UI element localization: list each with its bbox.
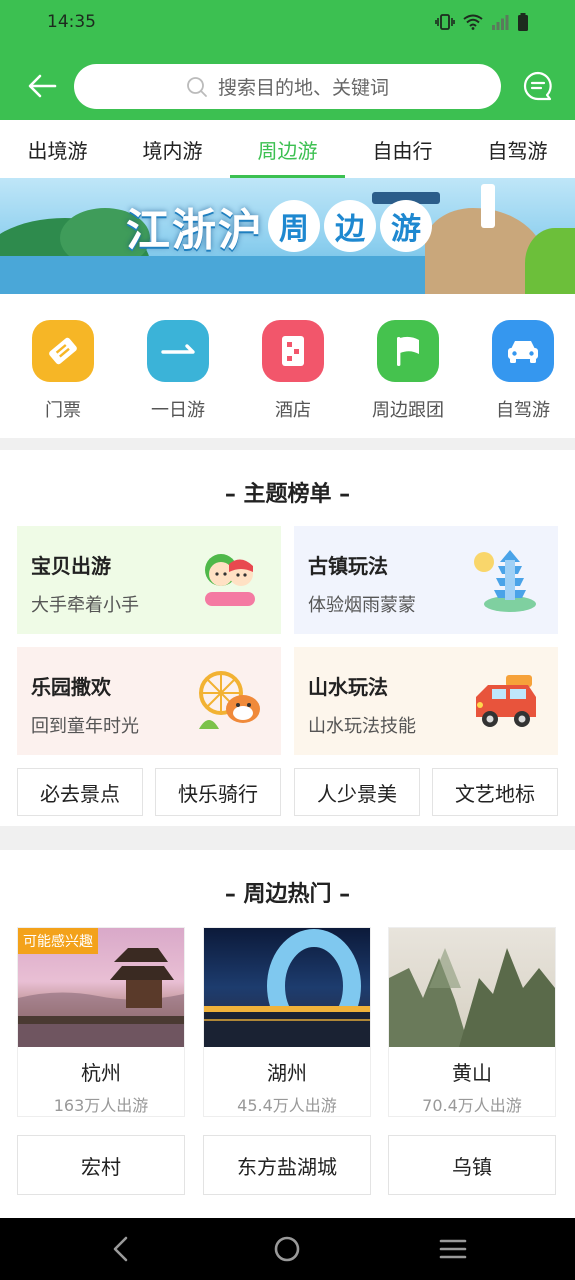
destination-chip[interactable]: 乌镇: [388, 1135, 556, 1195]
banner-title-char: 周: [268, 200, 320, 252]
entry-label: 一日游: [151, 400, 205, 421]
ticket-icon: [32, 320, 94, 382]
mountain-image: [389, 948, 555, 1047]
entry-group-tour[interactable]: 周边跟团: [356, 320, 460, 438]
promo-banner[interactable]: 江浙沪 周 边 游: [0, 178, 575, 294]
category-tabs: 出境游 境内游 周边游 自由行 自驾游: [0, 120, 575, 178]
tab-outbound[interactable]: 出境游: [0, 120, 115, 178]
status-bar: 14:35: [0, 0, 575, 46]
interest-tag: 可能感兴趣: [18, 928, 98, 954]
banner-title-char: 游: [380, 200, 432, 252]
entry-hotel[interactable]: 酒店: [241, 320, 345, 438]
banner-tea-field: [525, 228, 575, 294]
chat-bubble-icon: [523, 71, 552, 101]
theme-card-kids[interactable]: 宝贝出游 大手牵着小手: [17, 526, 281, 634]
nav-home-button[interactable]: [270, 1232, 304, 1266]
destination-card-huzhou[interactable]: 湖州 45.4万人出游: [203, 927, 371, 1117]
destination-visitors: 45.4万人出游: [237, 1096, 337, 1115]
nearby-hot-section: – 周边热门 – 可能感兴趣 杭州 163万人出游 湖州 45.4万人出游 黄山…: [0, 850, 575, 1218]
message-button[interactable]: [518, 66, 558, 106]
section-title-text: 周边热门: [243, 882, 332, 907]
destination-chip[interactable]: 东方盐湖城: [203, 1135, 371, 1195]
nav-back-button[interactable]: [104, 1232, 138, 1266]
destination-photo: [204, 928, 370, 1047]
tab-independent[interactable]: 自由行: [345, 120, 460, 178]
entry-label: 自驾游: [496, 400, 550, 421]
camper-car-icon: [476, 675, 536, 727]
nav-recents-button[interactable]: [436, 1232, 470, 1266]
banner-title-char: 边: [324, 200, 376, 252]
tab-domestic[interactable]: 境内游: [115, 120, 230, 178]
theme-chip[interactable]: 必去景点: [17, 768, 143, 816]
quick-entry-grid: 门票 一日游 酒店 周边跟团 自驾游: [0, 294, 575, 438]
search-icon: [187, 76, 207, 97]
signal-icon: [492, 15, 509, 30]
flag-icon: [377, 320, 439, 382]
search-placeholder: 搜索目的地、关键词: [217, 77, 389, 99]
theme-card-landscape[interactable]: 山水玩法 山水玩法技能: [294, 647, 558, 755]
entry-label: 门票: [45, 400, 81, 421]
tab-nearby[interactable]: 周边游: [230, 120, 345, 178]
ring-hotel-image: [204, 929, 370, 1047]
destination-card-hangzhou[interactable]: 可能感兴趣 杭州 163万人出游: [17, 927, 185, 1117]
battery-icon: [518, 13, 528, 31]
section-title-text: 主题榜单: [243, 482, 332, 507]
wifi-icon: [463, 14, 483, 30]
entry-label: 周边跟团: [372, 400, 444, 421]
entry-label: 酒店: [275, 400, 311, 421]
hotel-icon: [262, 320, 324, 382]
destination-photo: [389, 928, 555, 1047]
home-circle-icon: [274, 1236, 300, 1262]
pagoda-icon: [474, 550, 536, 612]
banner-title-main: 江浙沪: [126, 205, 264, 256]
theme-card-amusement-park[interactable]: 乐园撒欢 回到童年时光: [17, 647, 281, 755]
theme-ranking-section: – 主题榜单 – 宝贝出游 大手牵着小手 古镇玩法 体验烟雨蒙蒙 乐园撒欢 回到…: [0, 450, 575, 826]
destination-visitors: 163万人出游: [53, 1096, 149, 1115]
one-day-icon: [147, 320, 209, 382]
destination-name: 湖州: [267, 1061, 307, 1085]
entry-tickets[interactable]: 门票: [11, 320, 115, 438]
status-time: 14:35: [47, 12, 96, 32]
back-button[interactable]: [22, 66, 62, 106]
ferris-wheel-icon: [199, 671, 260, 729]
theme-chip[interactable]: 快乐骑行: [155, 768, 281, 816]
entry-one-day-tour[interactable]: 一日游: [126, 320, 230, 438]
car-icon: [492, 320, 554, 382]
destination-chip[interactable]: 宏村: [17, 1135, 185, 1195]
destination-card-huangshan[interactable]: 黄山 70.4万人出游: [388, 927, 556, 1117]
section-title: – 主题榜单 –: [224, 482, 351, 507]
chevron-left-icon: [113, 1236, 128, 1262]
system-nav-bar: [0, 1218, 575, 1280]
kids-icon: [205, 554, 255, 606]
entry-self-drive[interactable]: 自驾游: [471, 320, 575, 438]
tab-self-drive[interactable]: 自驾游: [460, 120, 575, 178]
theme-chip[interactable]: 文艺地标: [432, 768, 558, 816]
vibrate-icon: [435, 14, 455, 30]
banner-title: 江浙沪 周 边 游: [126, 194, 432, 258]
destination-name: 杭州: [81, 1061, 121, 1085]
destination-visitors: 70.4万人出游: [422, 1096, 522, 1115]
app-header: 14:35 搜索目的地、关键词: [0, 0, 575, 120]
status-icons: [435, 13, 529, 31]
search-input[interactable]: 搜索目的地、关键词: [74, 64, 501, 109]
menu-lines-icon: [439, 1239, 467, 1259]
theme-chip[interactable]: 人少景美: [294, 768, 420, 816]
lighthouse-icon: [481, 184, 495, 228]
arrow-left-icon: [28, 74, 57, 98]
destination-name: 黄山: [452, 1061, 492, 1085]
section-title: – 周边热门 –: [224, 882, 351, 907]
destination-photo: 可能感兴趣: [18, 928, 184, 1047]
theme-card-ancient-town[interactable]: 古镇玩法 体验烟雨蒙蒙: [294, 526, 558, 634]
